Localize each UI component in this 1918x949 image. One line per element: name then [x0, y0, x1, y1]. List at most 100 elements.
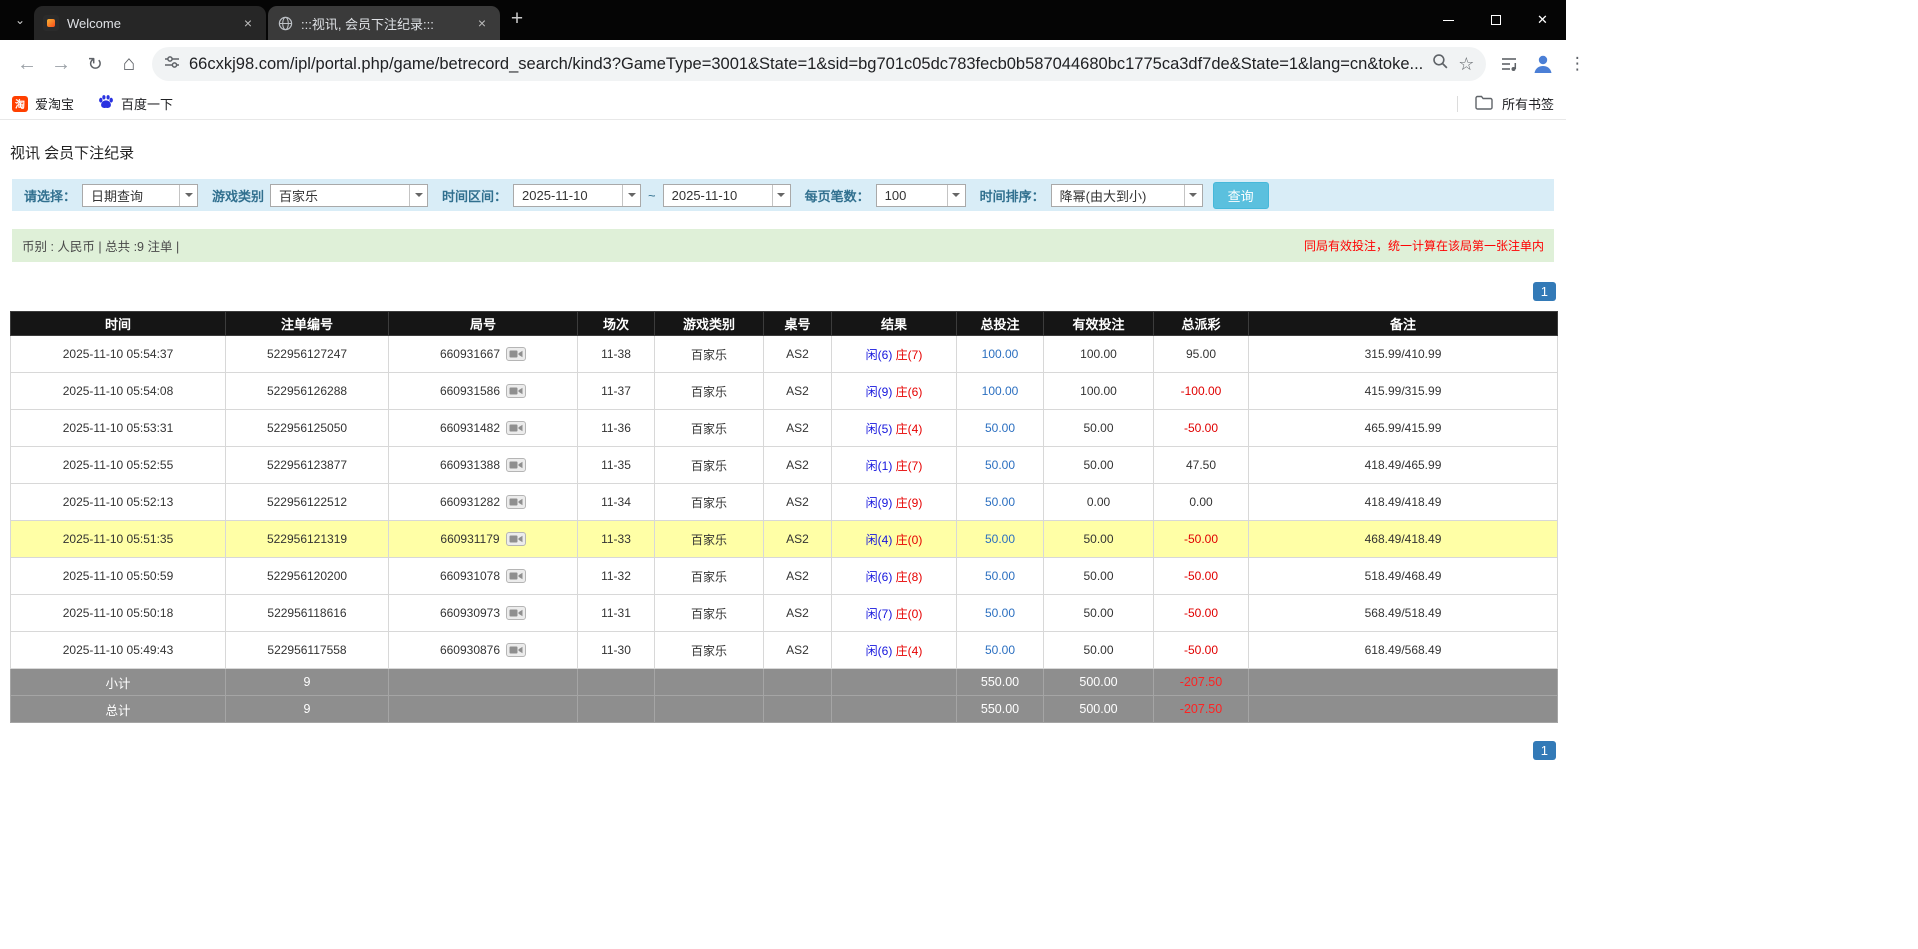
- cell-note: 568.49/518.49: [1249, 595, 1558, 632]
- profile-avatar[interactable]: [1526, 47, 1560, 81]
- cell-payout: -50.00: [1154, 558, 1249, 595]
- cell-note: 618.49/568.49: [1249, 632, 1558, 669]
- cell-table-no: AS2: [764, 373, 832, 410]
- round-number: 660931586: [440, 384, 500, 398]
- close-window-button[interactable]: ✕: [1519, 0, 1566, 40]
- cell-note: 418.49/465.99: [1249, 447, 1558, 484]
- bookmark-label: 百度一下: [121, 94, 173, 113]
- column-header: 注单编号: [226, 312, 389, 336]
- date-from-select[interactable]: 2025-11-10: [513, 184, 641, 207]
- cell-payout: 95.00: [1154, 336, 1249, 373]
- footer-cell: [832, 696, 957, 723]
- cell-result: 闲(6) 庄(8): [832, 558, 957, 595]
- result-banker: 庄(4): [896, 422, 923, 436]
- media-controls-button[interactable]: [1492, 47, 1526, 81]
- query-mode-select[interactable]: 日期查询: [82, 184, 198, 207]
- date-to-select[interactable]: 2025-11-10: [663, 184, 791, 207]
- result-banker: 庄(7): [896, 348, 923, 362]
- total-bet-link[interactable]: 50.00: [985, 421, 1015, 435]
- per-page-select[interactable]: 100: [876, 184, 966, 207]
- back-arrow-icon: ←: [17, 53, 37, 76]
- video-replay-icon[interactable]: [506, 458, 526, 472]
- cell-bet-id: 522956120200: [226, 558, 389, 595]
- minimize-button[interactable]: [1425, 0, 1472, 40]
- cell-bet-id: 522956118616: [226, 595, 389, 632]
- footer-cell: [764, 669, 832, 696]
- sort-select[interactable]: 降幂(由大到小): [1051, 184, 1203, 207]
- bookmark-star-icon[interactable]: ☆: [1458, 54, 1474, 75]
- video-replay-icon[interactable]: [506, 347, 526, 361]
- video-replay-icon[interactable]: [506, 532, 526, 546]
- cell-bet-id: 522956117558: [226, 632, 389, 669]
- video-replay-icon[interactable]: [506, 495, 526, 509]
- cell-payout: -50.00: [1154, 521, 1249, 558]
- new-tab-button[interactable]: +: [502, 5, 532, 35]
- footer-cell: 500.00: [1044, 669, 1154, 696]
- browser-tab-welcome[interactable]: Welcome ×: [34, 6, 266, 40]
- tab-title: :::视讯, 会员下注纪录:::: [301, 14, 465, 33]
- cell-valid-bet: 100.00: [1044, 373, 1154, 410]
- round-number: 660931179: [440, 532, 499, 546]
- url-text[interactable]: 66cxkj98.com/ipl/portal.php/game/betreco…: [189, 55, 1423, 74]
- browser-menu-button[interactable]: ⋮: [1560, 47, 1594, 81]
- cell-note: 415.99/315.99: [1249, 373, 1558, 410]
- bookmark-baidu[interactable]: 百度一下: [98, 94, 173, 113]
- tab-close-icon[interactable]: ×: [239, 14, 257, 32]
- total-bet-link[interactable]: 50.00: [985, 458, 1015, 472]
- total-bet-link[interactable]: 50.00: [985, 495, 1015, 509]
- footer-cell: 550.00: [957, 669, 1044, 696]
- result-banker: 庄(0): [896, 533, 923, 547]
- zoom-icon[interactable]: [1432, 53, 1449, 75]
- welcome-tab-favicon: [43, 15, 59, 31]
- cell-table-no: AS2: [764, 595, 832, 632]
- forward-button[interactable]: →: [44, 47, 78, 81]
- tab-close-icon[interactable]: ×: [473, 14, 491, 32]
- search-button[interactable]: 查询: [1213, 182, 1269, 209]
- cell-total-bet: 50.00: [957, 632, 1044, 669]
- site-settings-icon[interactable]: [164, 54, 180, 75]
- cell-table-no: AS2: [764, 484, 832, 521]
- result-banker: 庄(8): [896, 570, 923, 584]
- cell-time: 2025-11-10 05:49:43: [11, 632, 226, 669]
- video-replay-icon[interactable]: [506, 606, 526, 620]
- refresh-button[interactable]: ↻: [78, 47, 112, 81]
- cell-payout: 47.50: [1154, 447, 1249, 484]
- total-bet-link[interactable]: 50.00: [985, 532, 1015, 546]
- cell-total-bet: 50.00: [957, 558, 1044, 595]
- cell-table-no: AS2: [764, 336, 832, 373]
- result-player: 闲(6): [866, 348, 893, 362]
- video-replay-icon[interactable]: [506, 643, 526, 657]
- bookmark-aitaobao[interactable]: 淘 爱淘宝: [12, 94, 74, 113]
- cell-bet-id: 522956125050: [226, 410, 389, 447]
- total-bet-link[interactable]: 50.00: [985, 643, 1015, 657]
- browser-tab-betrecord[interactable]: :::视讯, 会员下注纪录::: ×: [268, 6, 500, 40]
- video-replay-icon[interactable]: [506, 569, 526, 583]
- address-bar[interactable]: 66cxkj98.com/ipl/portal.php/game/betreco…: [152, 47, 1486, 81]
- back-button[interactable]: ←: [10, 47, 44, 81]
- bet-table-row: 2025-11-10 05:52:13522956122512660931282…: [11, 484, 1558, 521]
- browser-toolbar: ← → ↻ ⌂ 66cxkj98.com/ipl/portal.php/game…: [0, 40, 1566, 88]
- cell-round-id: 660931078: [389, 558, 578, 595]
- cell-payout: -50.00: [1154, 410, 1249, 447]
- total-bet-link[interactable]: 50.00: [985, 569, 1015, 583]
- game-type-select[interactable]: 百家乐: [270, 184, 428, 207]
- tab-search-chevron-icon[interactable]: ⌄: [6, 0, 34, 40]
- pagination-page-1[interactable]: 1: [1533, 741, 1556, 760]
- round-number: 660930876: [440, 643, 500, 657]
- pagination-bottom: 1: [10, 741, 1556, 800]
- total-bet-link[interactable]: 100.00: [982, 384, 1019, 398]
- home-button[interactable]: ⌂: [112, 47, 146, 81]
- pagination-page-1[interactable]: 1: [1533, 282, 1556, 301]
- total-bet-link[interactable]: 50.00: [985, 606, 1015, 620]
- total-bet-link[interactable]: 100.00: [982, 347, 1019, 361]
- bet-table-row: 2025-11-10 05:54:08522956126288660931586…: [11, 373, 1558, 410]
- video-replay-icon[interactable]: [506, 421, 526, 435]
- video-replay-icon[interactable]: [506, 384, 526, 398]
- cell-game-type: 百家乐: [655, 484, 764, 521]
- total-row: 总计9550.00500.00-207.50: [11, 696, 1558, 723]
- cell-round-id: 660931388: [389, 447, 578, 484]
- cell-valid-bet: 50.00: [1044, 632, 1154, 669]
- cell-time: 2025-11-10 05:54:37: [11, 336, 226, 373]
- all-bookmarks[interactable]: 所有书签: [1457, 94, 1554, 113]
- maximize-button[interactable]: [1472, 0, 1519, 40]
